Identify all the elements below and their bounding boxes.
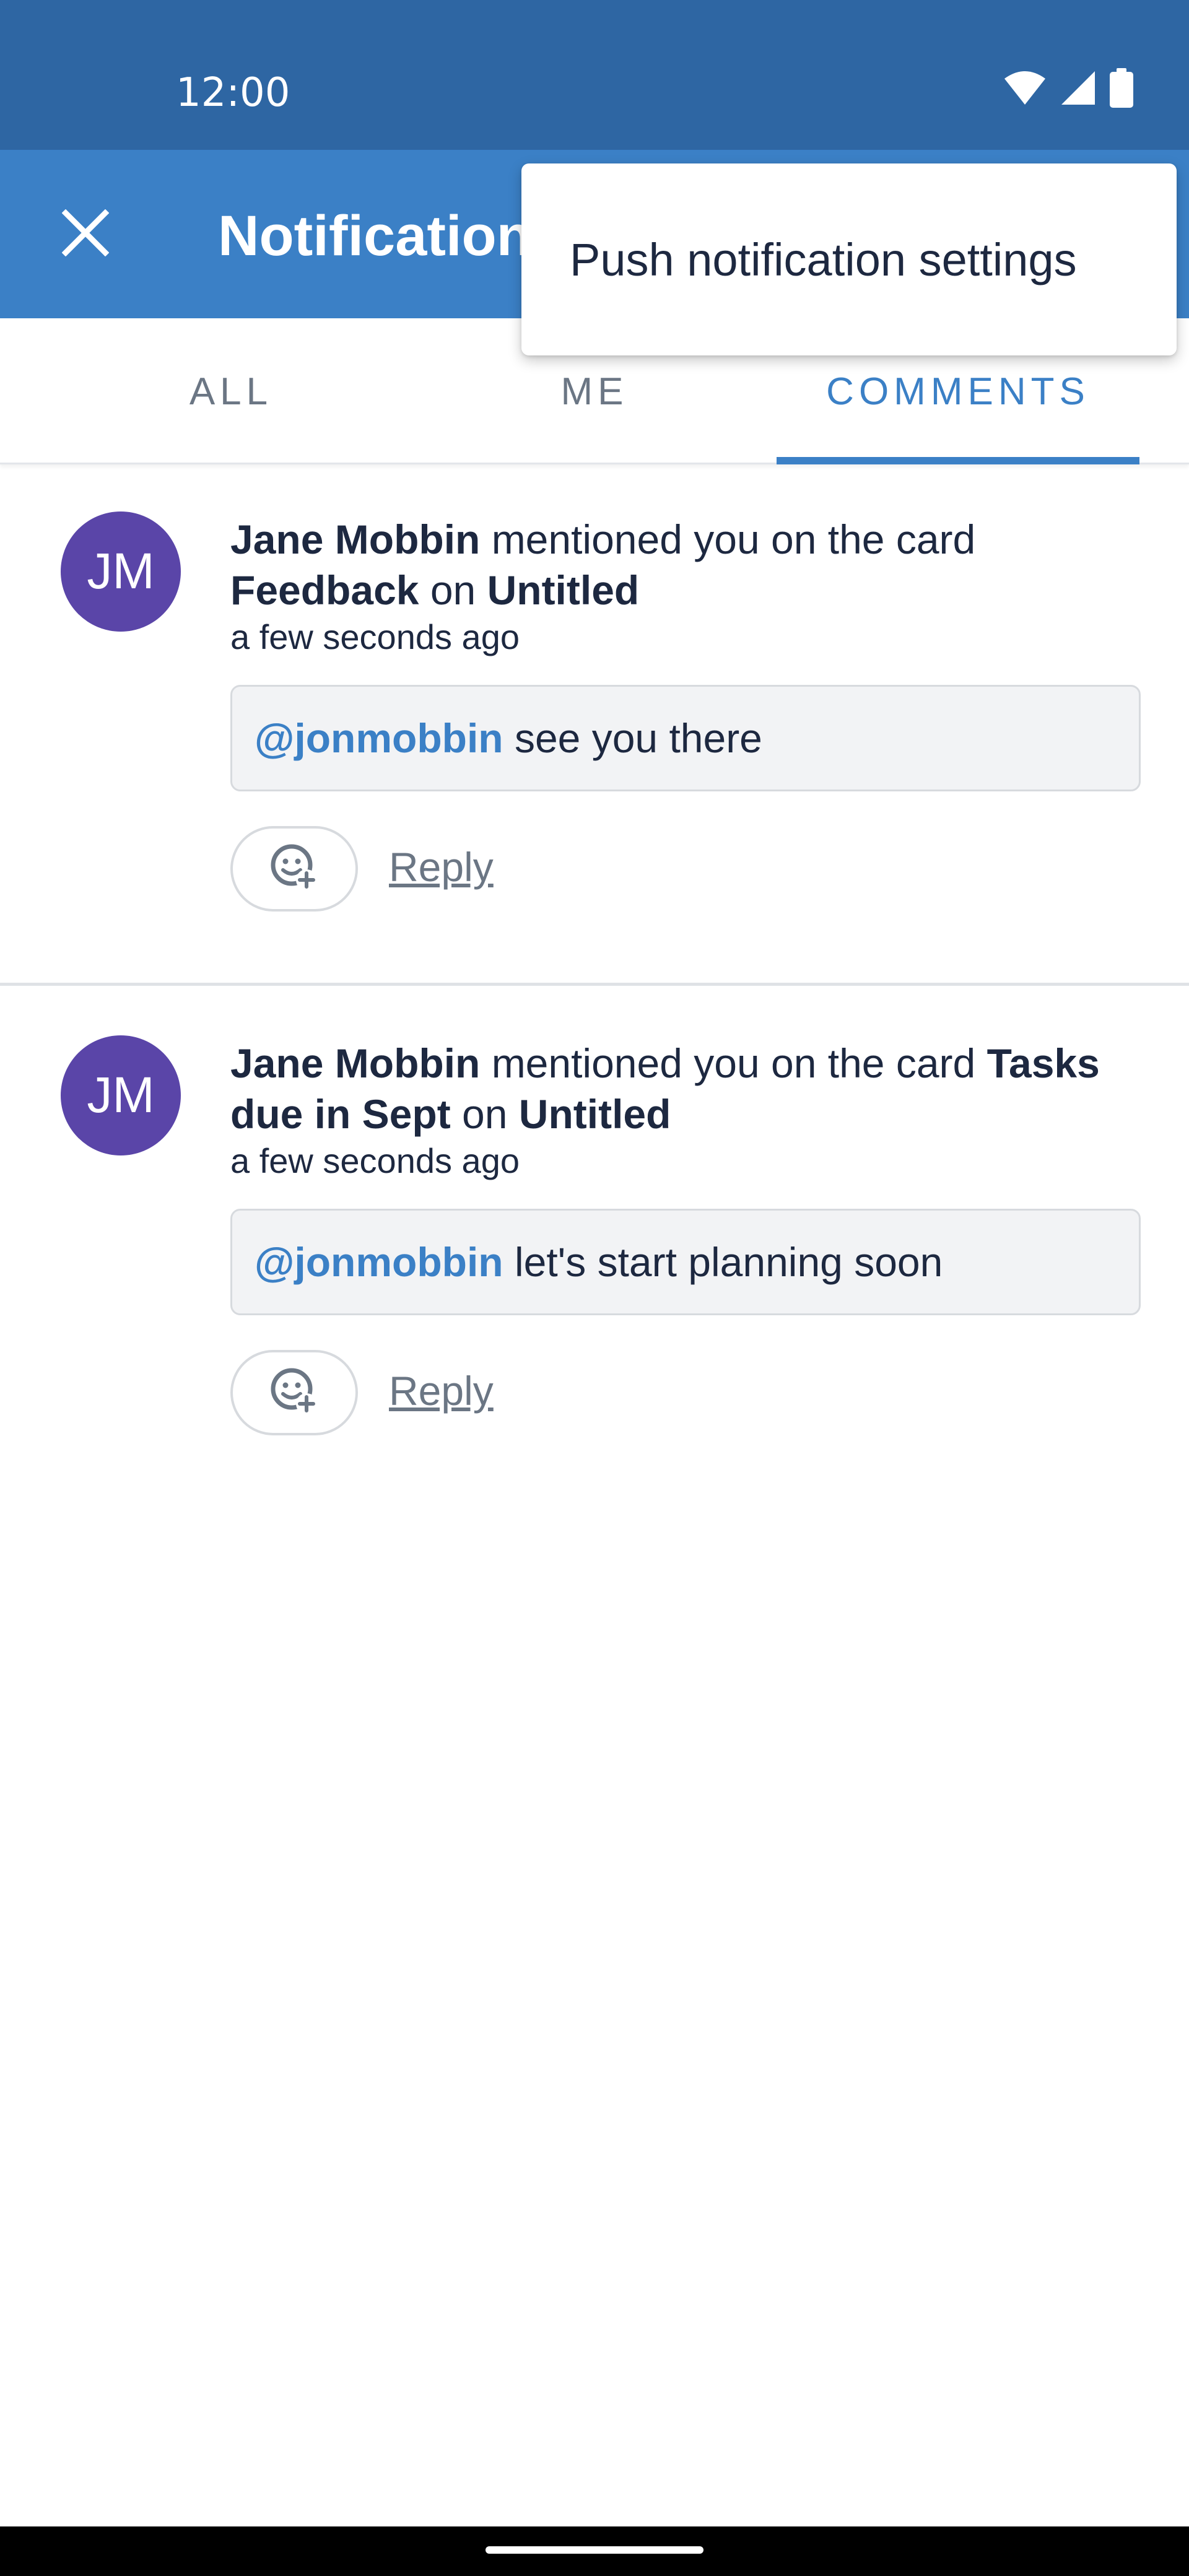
close-icon (61, 209, 110, 259)
board-name: Untitled (487, 567, 640, 613)
active-tab-indicator (777, 457, 1139, 464)
notification-time: a few seconds ago (230, 1141, 520, 1180)
system-navigation-bar (0, 2526, 1189, 2576)
add-reaction-button[interactable] (230, 1350, 358, 1435)
page-title: Notifications (218, 204, 564, 268)
tab-all[interactable]: ALL (50, 318, 412, 464)
mention-link[interactable]: @jonmobbin (255, 715, 503, 762)
notification-item: JM Jane Mobbin mentioned you on the card… (0, 464, 1189, 986)
avatar[interactable]: JM (61, 511, 181, 632)
add-reaction-icon (268, 1365, 320, 1421)
status-icons (1003, 67, 1133, 111)
battery-icon (1110, 67, 1133, 111)
reply-link[interactable]: Reply (389, 843, 494, 890)
avatar[interactable]: JM (61, 1035, 181, 1155)
notification-time: a few seconds ago (230, 617, 520, 656)
actor-name: Jane Mobbin (230, 1040, 481, 1086)
comment-text: let's start planning soon (514, 1239, 943, 1285)
signal-icon (1060, 70, 1096, 109)
mention-link[interactable]: @jonmobbin (255, 1238, 503, 1286)
card-name: Feedback (230, 567, 419, 613)
notification-text: Jane Mobbin mentioned you on the card Fe… (230, 514, 1147, 616)
actor-name: Jane Mobbin (230, 516, 481, 562)
wifi-icon (1003, 70, 1047, 109)
connector-text: on (430, 567, 476, 613)
notification-action: mentioned you on the card (491, 516, 976, 562)
status-bar: 12:00 (0, 0, 1189, 150)
comment-text: see you there (514, 715, 762, 761)
board-name: Untitled (518, 1091, 671, 1137)
add-reaction-icon (268, 842, 320, 897)
notification-item: JM Jane Mobbin mentioned you on the card… (0, 988, 1189, 1510)
push-notification-settings-item[interactable]: Push notification settings (521, 163, 1177, 355)
close-button[interactable] (45, 193, 126, 275)
comment-box: @jonmobbin let's start planning soon (230, 1209, 1141, 1315)
overflow-menu: Push notification settings (521, 163, 1177, 355)
reply-link[interactable]: Reply (389, 1367, 494, 1414)
home-gesture-handle[interactable] (486, 2546, 703, 2554)
notification-action: mentioned you on the card (491, 1040, 976, 1086)
notification-text: Jane Mobbin mentioned you on the card Ta… (230, 1038, 1147, 1139)
add-reaction-button[interactable] (230, 826, 358, 912)
connector-text: on (462, 1091, 508, 1137)
comment-box: @jonmobbin see you there (230, 685, 1141, 791)
status-time: 12:00 (176, 70, 290, 116)
